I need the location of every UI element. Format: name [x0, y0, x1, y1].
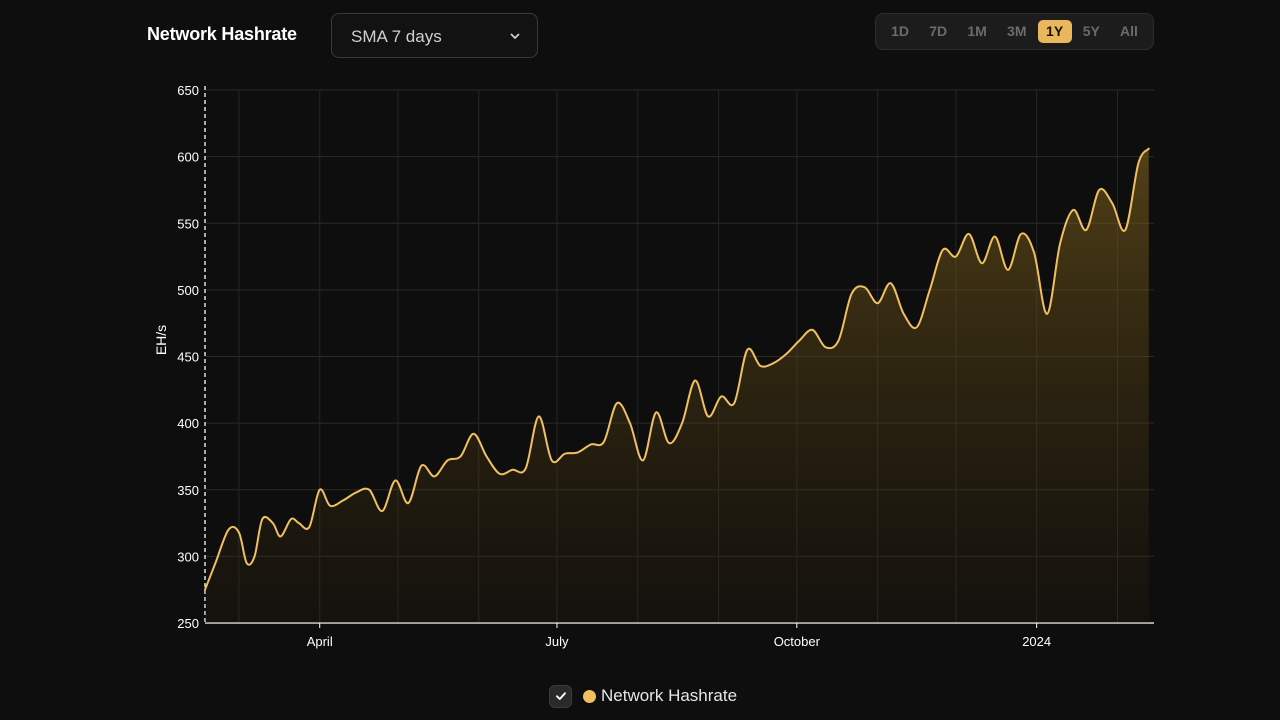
data-point	[407, 502, 409, 504]
data-point	[446, 459, 448, 461]
data-point	[420, 465, 422, 467]
x-tick-label: 2024	[1022, 634, 1051, 649]
data-point	[603, 441, 605, 443]
x-tick-label: July	[545, 634, 569, 649]
data-point	[877, 302, 879, 304]
y-tick-label: 650	[177, 83, 199, 98]
data-point	[499, 473, 501, 475]
data-point	[1072, 209, 1074, 211]
data-point	[564, 453, 566, 455]
data-point	[1046, 313, 1048, 315]
data-point	[368, 489, 370, 491]
data-point	[903, 313, 905, 315]
data-point	[280, 535, 282, 537]
data-point	[968, 233, 970, 235]
data-point	[798, 340, 800, 342]
data-point	[272, 522, 274, 524]
legend-label: Network Hashrate	[601, 686, 738, 705]
data-point	[538, 415, 540, 417]
data-point	[1148, 148, 1150, 150]
data-point	[1085, 229, 1087, 231]
data-point	[246, 562, 248, 564]
data-point	[1033, 252, 1035, 254]
data-point	[238, 531, 240, 533]
data-point	[746, 349, 748, 351]
data-point	[838, 340, 840, 342]
data-point	[254, 555, 256, 557]
data-point	[759, 365, 761, 367]
data-point	[329, 505, 331, 507]
data-point	[551, 459, 553, 461]
data-point	[994, 236, 996, 238]
check-icon	[555, 692, 566, 700]
hashrate-area	[205, 148, 1149, 623]
data-point	[681, 422, 683, 424]
data-point	[227, 529, 229, 531]
data-point	[460, 455, 462, 457]
y-tick-label: 250	[177, 616, 199, 631]
data-point	[319, 489, 321, 491]
series-color-dot	[583, 689, 596, 703]
data-point	[577, 451, 579, 453]
y-tick-label: 500	[177, 283, 199, 298]
data-point	[655, 411, 657, 413]
data-point	[512, 469, 514, 471]
data-point	[955, 256, 957, 258]
data-point	[642, 459, 644, 461]
data-point	[1059, 242, 1061, 244]
data-point	[486, 455, 488, 457]
data-point	[590, 443, 592, 445]
y-tick-label: 550	[177, 216, 199, 231]
y-tick-label: 400	[177, 416, 199, 431]
data-point	[864, 286, 866, 288]
y-axis-label: EH/s	[153, 325, 169, 355]
data-point	[616, 402, 618, 404]
data-point	[1007, 269, 1009, 271]
data-point	[981, 262, 983, 264]
data-point	[851, 293, 853, 295]
data-point	[629, 422, 631, 424]
data-point	[1020, 233, 1022, 235]
data-point	[694, 379, 696, 381]
data-point	[355, 491, 357, 493]
data-point	[290, 518, 292, 520]
data-point	[261, 518, 263, 520]
data-point	[381, 510, 383, 512]
y-tick-label: 600	[177, 150, 199, 165]
legend-checkbox[interactable]	[549, 684, 572, 708]
data-point	[720, 395, 722, 397]
data-point	[707, 415, 709, 417]
data-point	[433, 475, 435, 477]
data-point	[342, 499, 344, 501]
data-point	[298, 522, 300, 524]
y-tick-label: 350	[177, 483, 199, 498]
data-point	[1124, 229, 1126, 231]
data-point	[214, 562, 216, 564]
data-point	[1111, 202, 1113, 204]
data-point	[204, 589, 206, 591]
data-point	[394, 479, 396, 481]
data-point	[825, 346, 827, 348]
data-point	[668, 442, 670, 444]
data-point	[890, 282, 892, 284]
y-tick-label: 450	[177, 350, 199, 365]
data-point	[785, 353, 787, 355]
hashrate-chart: 250 300 350 400 450 500 550 600 650 April July Oct…	[153, 83, 1154, 649]
y-tick-label: 300	[177, 549, 199, 564]
data-point	[525, 467, 527, 469]
x-tick-label: April	[307, 634, 333, 649]
data-point	[1137, 162, 1139, 164]
data-point	[929, 289, 931, 291]
chart-legend: Network Hashrate	[549, 684, 737, 708]
data-point	[473, 433, 475, 435]
data-point	[942, 249, 944, 251]
x-tick-label: October	[774, 634, 821, 649]
data-point	[772, 362, 774, 364]
data-point	[733, 402, 735, 404]
data-point	[916, 326, 918, 328]
data-point	[1098, 189, 1100, 191]
data-point	[308, 526, 310, 528]
data-point	[811, 329, 813, 331]
